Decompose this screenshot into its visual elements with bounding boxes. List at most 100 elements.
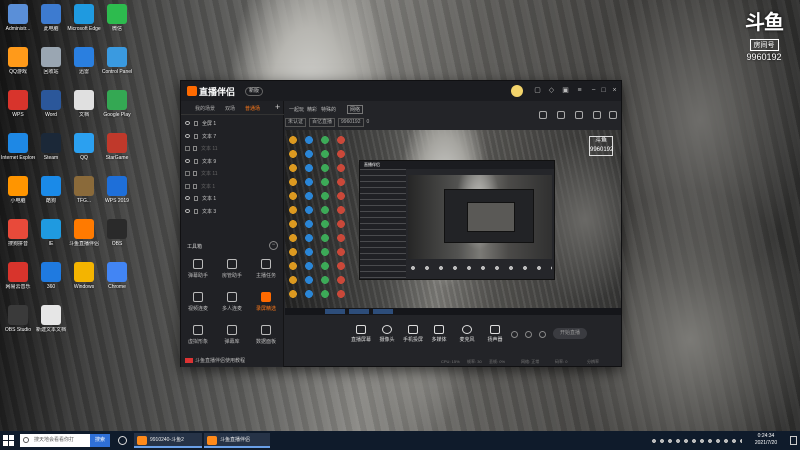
desktop-icon[interactable]: Chrome [100, 260, 134, 300]
desktop-icon[interactable]: 网易云音乐 [1, 260, 35, 300]
stream-preview[interactable]: 斗鱼 9960192 直播伴侣 [285, 130, 621, 315]
source-item[interactable]: 文本 9 [185, 157, 277, 168]
source-item[interactable]: 文本 1 [185, 182, 277, 193]
source-item[interactable]: 文本 1 [185, 194, 277, 205]
shirt-icon[interactable]: ◇ [547, 86, 556, 95]
desktop-icon[interactable]: WPS [1, 88, 35, 128]
settings-icon[interactable] [575, 111, 583, 119]
tab-highlights[interactable]: 精彩 [307, 106, 317, 113]
source-item[interactable]: 文本 7 [185, 132, 277, 143]
eye-icon[interactable] [525, 331, 532, 338]
desktop-icon[interactable]: Microsoft Edge [67, 2, 101, 42]
desktop-icon[interactable]: 360 [34, 260, 68, 300]
close-button[interactable]: × [610, 86, 619, 95]
lock-icon[interactable] [193, 171, 197, 176]
search-button[interactable]: 搜索 [90, 434, 110, 447]
desktop-icon[interactable]: IE [34, 217, 68, 257]
lock-icon[interactable] [194, 208, 198, 214]
desktop-icon[interactable]: Internet Explorer [1, 131, 35, 171]
category-tag[interactable]: 百亿直播 [309, 118, 336, 127]
desktop-icon[interactable]: TFG... [67, 174, 101, 214]
desktop-icon[interactable]: Administr... [1, 2, 35, 42]
gear-icon[interactable] [539, 331, 546, 338]
eye-icon[interactable] [185, 158, 190, 163]
toolbox-item[interactable]: 弹幕助手 [181, 259, 215, 287]
menu-icon[interactable]: ≡ [575, 86, 584, 95]
lock-icon[interactable] [194, 158, 198, 164]
toolbox-item[interactable]: 房管助手 [215, 259, 249, 287]
eye-icon[interactable] [185, 121, 190, 125]
tab-network[interactable]: 网络 [347, 105, 364, 114]
desktop-icon[interactable]: 迅雷 [67, 45, 101, 85]
source-item[interactable]: 文本 11 [185, 169, 277, 180]
microphone-button[interactable]: 麦克风 [455, 325, 479, 347]
desktop-icon[interactable]: 新建文本文档 [34, 303, 68, 343]
message-icon[interactable]: ▢ [533, 86, 542, 95]
tab-dual[interactable]: 双场 [225, 105, 235, 112]
user-avatar[interactable] [511, 85, 523, 97]
start-live-button[interactable]: 开始直播 [553, 328, 587, 339]
desktop-icon[interactable]: 搜狗拼音 [1, 217, 35, 257]
source-item[interactable]: 文本 11 [185, 144, 277, 155]
desktop-icon[interactable]: QQ [67, 131, 101, 171]
desktop-icon[interactable]: Word [34, 88, 68, 128]
lock-icon[interactable] [194, 133, 198, 139]
record-icon[interactable] [511, 331, 518, 338]
desktop-icon[interactable]: WPS 2019 [100, 174, 134, 214]
taskbar-clock[interactable]: 0:24:34 2021/7/20 [746, 433, 786, 447]
minimize-button[interactable]: − [589, 86, 598, 95]
tab-special[interactable]: 特殊的 [321, 106, 336, 113]
auth-tag[interactable]: 未认证 [285, 118, 307, 127]
camera-button[interactable]: 摄像头 [375, 325, 399, 347]
desktop-icon[interactable]: 小电脑 [1, 174, 35, 214]
add-scene-button[interactable]: + [275, 102, 280, 112]
share-icon[interactable] [609, 111, 617, 119]
source-item[interactable]: 全屏 1 [185, 119, 277, 130]
checkbox-icon[interactable] [185, 183, 190, 189]
lock-icon[interactable] [194, 196, 198, 201]
taskbar-item-streaming-app[interactable]: 斗鱼直播伴侣 [204, 433, 270, 448]
tab-normal[interactable]: 普通场 [245, 105, 260, 112]
desktop-icon[interactable]: Control Panel [100, 45, 134, 85]
desktop-icon[interactable]: 酷狗 [34, 174, 68, 214]
gift-icon[interactable]: ▣ [561, 86, 570, 95]
lock-icon[interactable] [193, 183, 197, 189]
tutorial-link[interactable]: 斗鱼直播伴侣使用教程 [185, 357, 245, 364]
source-item[interactable]: 文本 3 [185, 207, 277, 218]
toolbox-item[interactable]: 视频连麦 [181, 292, 215, 320]
task-view-icon[interactable] [118, 436, 127, 445]
toolbox-item[interactable]: 弹幕库 [215, 325, 249, 353]
start-button[interactable] [3, 435, 14, 446]
phone-cast-button[interactable]: 手机投屏 [401, 325, 425, 347]
desktop-icon[interactable]: Google Play [100, 88, 134, 128]
toolbox-item[interactable]: 数据面板 [249, 325, 283, 353]
desktop-icon[interactable]: 文档 [67, 88, 101, 128]
eye-icon[interactable] [185, 196, 190, 200]
desktop-icon[interactable]: 此电脑 [34, 2, 68, 42]
tab-my-scenes[interactable]: 我的场景 [195, 105, 215, 112]
lock-icon[interactable] [557, 111, 565, 119]
toolbox-item[interactable]: 多人连麦 [215, 292, 249, 320]
speaker-button[interactable]: 扬声器 [483, 325, 507, 347]
desktop-icon[interactable]: 回收站 [34, 45, 68, 85]
screen-capture-button[interactable]: 直播屏幕 [349, 325, 373, 347]
tab-play-together[interactable]: 一起玩 [289, 106, 304, 113]
version-badge[interactable]: 新版 [245, 87, 264, 96]
desktop-icon[interactable]: StarGame [100, 131, 134, 171]
eye-icon[interactable] [185, 133, 190, 138]
taskbar-item-douyu-room[interactable]: 9910240-斗鱼2 [134, 433, 202, 448]
system-tray-icons[interactable] [650, 437, 742, 445]
toolbox-item[interactable]: 录屏精选 [249, 292, 283, 320]
checkbox-icon[interactable] [185, 146, 190, 151]
toolbox-item[interactable]: 主播任务 [249, 259, 283, 287]
media-button[interactable]: 多媒体 [427, 325, 451, 347]
desktop-icon[interactable]: Steam [34, 131, 68, 171]
toolbox-collapse-button[interactable]: − [269, 241, 278, 250]
lock-icon[interactable] [194, 121, 198, 126]
desktop-icon[interactable]: OBS [100, 217, 134, 257]
checkbox-icon[interactable] [185, 171, 190, 176]
lock-icon[interactable] [193, 146, 197, 151]
eye-icon[interactable] [185, 208, 190, 213]
desktop-icon[interactable]: Windows [67, 260, 101, 300]
notification-center-icon[interactable] [790, 436, 797, 445]
